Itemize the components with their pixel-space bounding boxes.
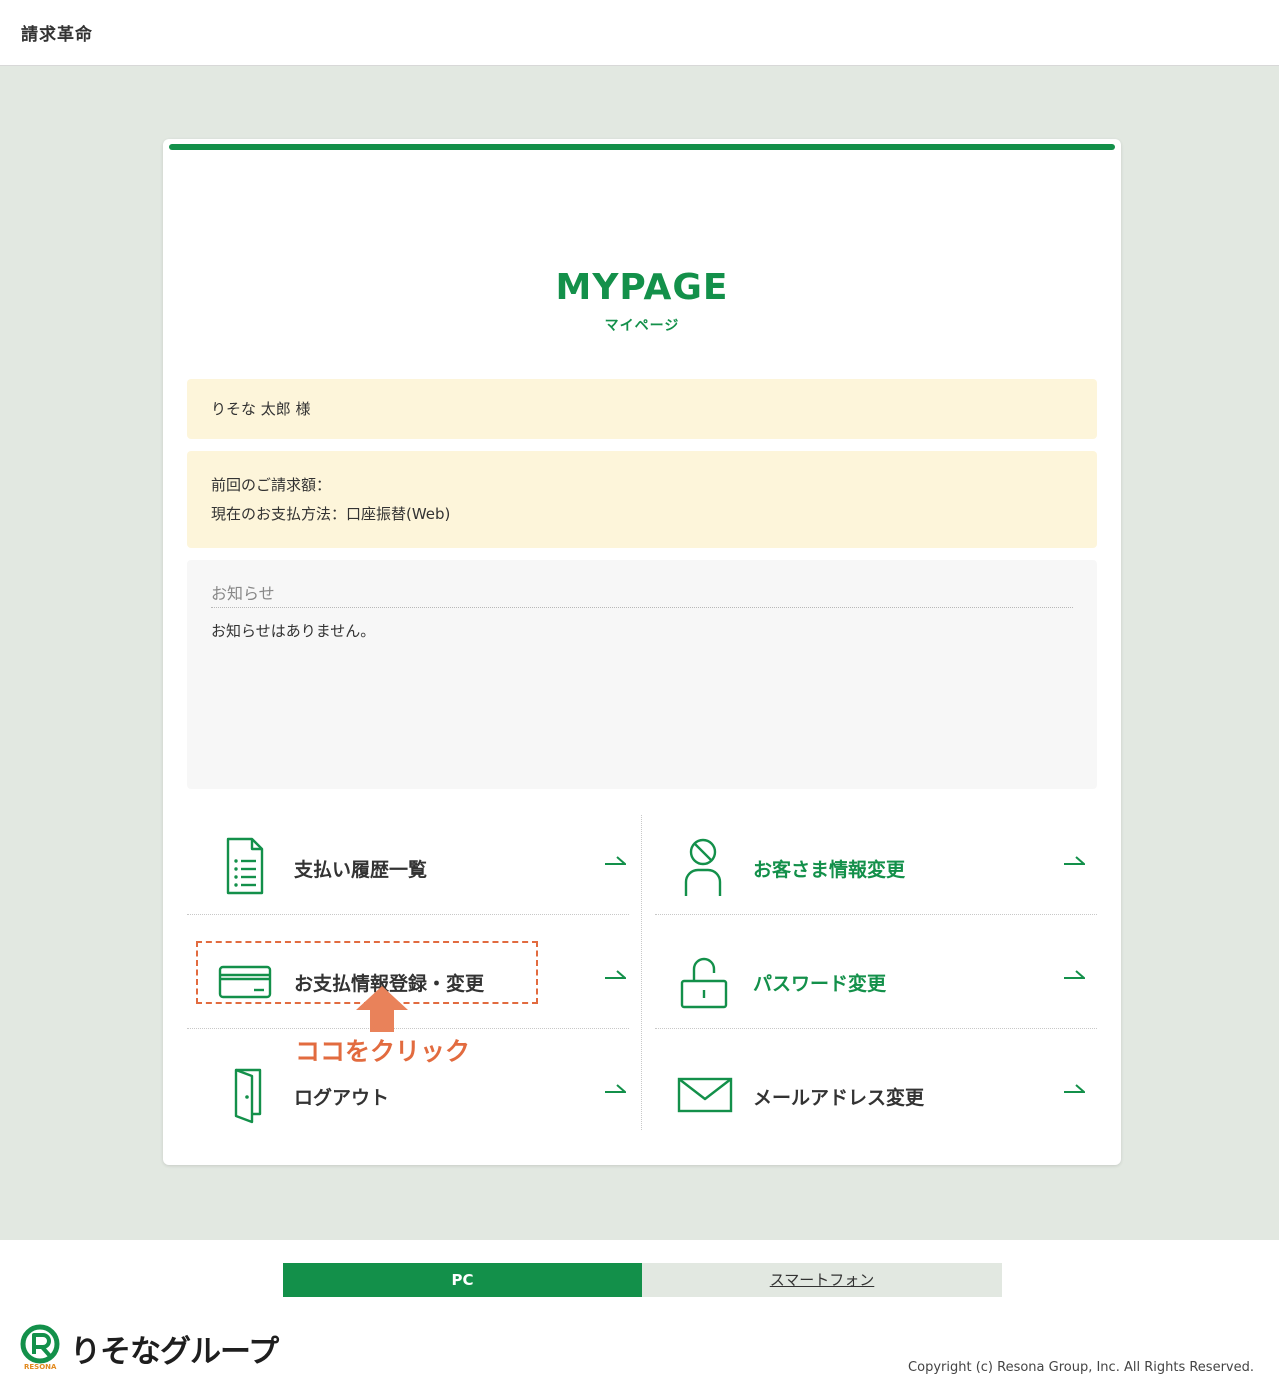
menu-divider-vertical [641, 815, 642, 1130]
unlocked-padlock-icon [675, 950, 733, 1012]
menu-email[interactable]: メールアドレス変更 [651, 1046, 1088, 1146]
site-header: 請求革命 [0, 0, 1279, 66]
menu-payment-register-label: お支払情報登録・変更 [294, 973, 485, 995]
arrow-right-icon [604, 854, 626, 868]
arrow-right-icon [1063, 1082, 1085, 1096]
news-body: お知らせはありません。 [211, 622, 376, 640]
person-icon [675, 836, 733, 898]
menu-payment-history-label: 支払い履歴一覧 [294, 859, 428, 881]
page-title: MYPAGE [555, 267, 729, 308]
smartphone-view-link[interactable]: スマートフォン [642, 1263, 1002, 1297]
payment-method: 現在のお支払方法：口座振替(Web) [211, 505, 451, 523]
arrow-right-icon [604, 1082, 626, 1096]
news-box: お知らせ お知らせはありません。 [187, 560, 1097, 789]
menu-customer-info-label: お客さま情報変更 [753, 859, 906, 881]
resona-logo: RESONA りそなグループ [20, 1324, 280, 1372]
resona-wordmark: りそなグループ [70, 1334, 279, 1370]
user-greeting: りそな 太郎 様 [211, 400, 311, 418]
arrow-right-icon [1063, 854, 1085, 868]
pc-view-tab[interactable]: PC [283, 1263, 642, 1297]
menu-payment-history[interactable]: 支払い履歴一覧 [192, 818, 629, 918]
arrow-right-icon [1063, 968, 1085, 982]
menu-password-label: パスワード変更 [753, 973, 887, 995]
credit-card-icon [216, 950, 274, 1012]
resona-logo-caption: RESONA [24, 1363, 57, 1371]
mypage-card: MYPAGE マイページ りそな 太郎 様 前回のご請求額： 現在のお支払方法：… [163, 139, 1121, 1165]
arrow-right-icon [604, 968, 626, 982]
news-heading: お知らせ [211, 580, 1073, 608]
main-area: MYPAGE マイページ りそな 太郎 様 前回のご請求額： 現在のお支払方法：… [0, 66, 1279, 1240]
door-icon [216, 1064, 274, 1126]
menu-customer-info[interactable]: お客さま情報変更 [651, 818, 1088, 918]
menu-payment-register[interactable]: お支払情報登録・変更 [192, 932, 629, 1032]
menu-logout-label: ログアウト [294, 1087, 390, 1109]
copyright: Copyright (c) Resona Group, Inc. All Rig… [908, 1360, 1254, 1375]
menu-logout[interactable]: ログアウト [192, 1046, 629, 1146]
billing-box: 前回のご請求額： 現在のお支払方法：口座振替(Web) [187, 451, 1097, 548]
card-accent-bar [169, 144, 1115, 150]
envelope-icon [675, 1064, 733, 1126]
last-billing-amount: 前回のご請求額： [211, 476, 332, 494]
brand-name: 請求革命 [21, 25, 93, 45]
page-subtitle: マイページ [604, 318, 680, 334]
document-list-icon [216, 836, 274, 898]
resona-logo-mark-icon [20, 1324, 64, 1364]
menu-email-label: メールアドレス変更 [753, 1087, 925, 1109]
site-footer: PC スマートフォン RESONA りそなグループ Copyright (c) … [0, 1240, 1279, 1388]
menu-password[interactable]: パスワード変更 [651, 932, 1088, 1032]
user-greeting-box: りそな 太郎 様 [187, 379, 1097, 439]
